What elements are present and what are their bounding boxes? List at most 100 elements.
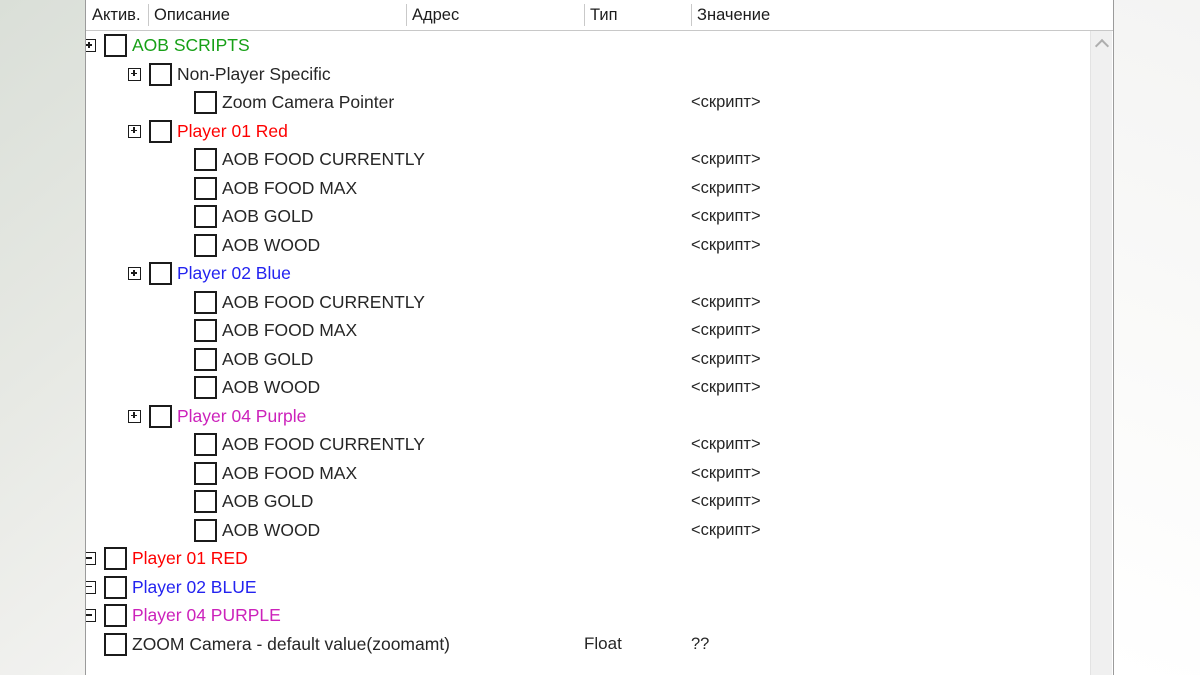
activate-checkbox[interactable] xyxy=(149,262,172,285)
tree-row[interactable]: AOB FOOD MAX <скрипт> xyxy=(86,174,1090,203)
collapse-icon[interactable] xyxy=(86,609,96,622)
activate-checkbox[interactable] xyxy=(194,233,217,257)
tree-row[interactable]: AOB GOLD <скрипт> xyxy=(86,487,1090,516)
entry-description[interactable]: Player 04 PURPLE xyxy=(132,601,281,630)
column-header-value[interactable]: Значение xyxy=(691,0,991,30)
entry-description[interactable]: AOB WOOD xyxy=(222,516,320,545)
entry-value[interactable]: <скрипт> xyxy=(691,288,761,317)
tree-row[interactable]: Zoom Camera Pointer <скрипт> xyxy=(86,88,1090,117)
column-separator[interactable] xyxy=(406,4,407,26)
entry-description[interactable]: AOB GOLD xyxy=(222,345,313,374)
activate-checkbox[interactable] xyxy=(149,404,172,428)
expand-icon[interactable] xyxy=(86,39,96,52)
cheat-entry-tree[interactable]: AOB SCRIPTS Non-Player Specific Zoom Camer… xyxy=(86,31,1090,675)
entry-value[interactable]: <скрипт> xyxy=(691,174,761,203)
activate-checkbox[interactable] xyxy=(194,319,217,342)
tree-row[interactable]: ZOOM Camera - default value(zoomamt) Floa… xyxy=(86,630,1090,659)
activate-checkbox[interactable] xyxy=(104,604,127,627)
tree-row[interactable]: Player 04 PURPLE xyxy=(86,601,1090,630)
tree-row[interactable]: Player 02 BLUE xyxy=(86,573,1090,602)
column-separator[interactable] xyxy=(148,4,149,26)
tree-row[interactable]: AOB GOLD <скрипт> xyxy=(86,345,1090,374)
tree-row[interactable]: AOB FOOD CURRENTLY <скрипт> xyxy=(86,288,1090,317)
expand-icon[interactable] xyxy=(128,124,141,138)
scroll-up-button[interactable] xyxy=(1091,31,1112,53)
tree-row[interactable]: AOB FOOD MAX <скрипт> xyxy=(86,459,1090,488)
tree-row[interactable]: Non-Player Specific xyxy=(86,60,1090,89)
activate-checkbox[interactable] xyxy=(149,119,172,143)
entry-description[interactable]: AOB WOOD xyxy=(222,231,320,260)
tree-row[interactable]: Player 01 RED xyxy=(86,544,1090,573)
entry-description[interactable]: AOB FOOD CURRENTLY xyxy=(222,430,425,459)
column-header-description[interactable]: Описание xyxy=(148,0,406,30)
expand-icon[interactable] xyxy=(128,267,141,280)
activate-checkbox[interactable] xyxy=(194,433,217,456)
entry-description[interactable]: Player 02 BLUE xyxy=(132,573,257,602)
activate-checkbox[interactable] xyxy=(194,91,217,114)
tree-row[interactable]: AOB FOOD CURRENTLY <скрипт> xyxy=(86,430,1090,459)
expand-icon[interactable] xyxy=(128,67,141,81)
activate-checkbox[interactable] xyxy=(104,34,127,57)
activate-checkbox[interactable] xyxy=(194,176,217,200)
tree-row[interactable]: AOB WOOD <скрипт> xyxy=(86,516,1090,545)
tree-row[interactable]: AOB SCRIPTS xyxy=(86,31,1090,60)
entry-description[interactable]: AOB GOLD xyxy=(222,487,313,516)
activate-checkbox[interactable] xyxy=(104,575,127,599)
tree-row[interactable]: AOB FOOD MAX <скрипт> xyxy=(86,316,1090,345)
activate-checkbox[interactable] xyxy=(149,62,172,86)
expand-icon[interactable] xyxy=(128,409,141,423)
column-separator[interactable] xyxy=(584,4,585,26)
entry-description[interactable]: AOB WOOD xyxy=(222,373,320,402)
activate-checkbox[interactable] xyxy=(194,490,217,513)
entry-description[interactable]: Player 04 Purple xyxy=(177,402,306,431)
entry-description[interactable]: Non-Player Specific xyxy=(177,60,331,89)
activate-checkbox[interactable] xyxy=(194,461,217,485)
entry-value[interactable]: <скрипт> xyxy=(691,430,761,459)
entry-description[interactable]: AOB FOOD CURRENTLY xyxy=(222,288,425,317)
entry-value[interactable]: <скрипт> xyxy=(691,316,761,345)
collapse-icon[interactable] xyxy=(86,552,96,565)
collapse-icon[interactable] xyxy=(86,580,96,594)
entry-description[interactable]: Player 01 Red xyxy=(177,117,288,146)
entry-description[interactable]: AOB FOOD MAX xyxy=(222,316,357,345)
activate-checkbox[interactable] xyxy=(194,376,217,399)
entry-value[interactable]: <скрипт> xyxy=(691,373,761,402)
entry-value[interactable]: <скрипт> xyxy=(691,202,761,231)
activate-checkbox[interactable] xyxy=(194,518,217,542)
tree-row[interactable]: AOB FOOD CURRENTLY <скрипт> xyxy=(86,145,1090,174)
column-header-address[interactable]: Адрес xyxy=(406,0,584,30)
entry-description[interactable]: Zoom Camera Pointer xyxy=(222,88,394,117)
tree-row[interactable]: Player 01 Red xyxy=(86,117,1090,146)
vertical-scrollbar[interactable] xyxy=(1090,31,1112,675)
entry-value[interactable]: <скрипт> xyxy=(691,487,761,516)
tree-row[interactable]: AOB WOOD <скрипт> xyxy=(86,231,1090,260)
entry-description[interactable]: AOB FOOD CURRENTLY xyxy=(222,145,425,174)
entry-description[interactable]: ZOOM Camera - default value(zoomamt) xyxy=(132,630,450,659)
activate-checkbox[interactable] xyxy=(104,632,127,656)
entry-value[interactable]: <скрипт> xyxy=(691,88,761,117)
activate-checkbox[interactable] xyxy=(104,547,127,570)
column-header-active[interactable]: Актив. xyxy=(86,0,148,30)
entry-value[interactable]: <скрипт> xyxy=(691,231,761,260)
column-header-type[interactable]: Тип xyxy=(584,0,691,30)
column-separator[interactable] xyxy=(691,4,692,26)
entry-description[interactable]: AOB FOOD MAX xyxy=(222,459,357,488)
entry-value[interactable]: <скрипт> xyxy=(691,345,761,374)
activate-checkbox[interactable] xyxy=(194,347,217,371)
tree-row[interactable]: Player 04 Purple xyxy=(86,402,1090,431)
tree-row[interactable]: Player 02 Blue xyxy=(86,259,1090,288)
tree-row[interactable]: AOB GOLD <скрипт> xyxy=(86,202,1090,231)
entry-description[interactable]: AOB GOLD xyxy=(222,202,313,231)
entry-description[interactable]: AOB SCRIPTS xyxy=(132,31,250,60)
entry-value[interactable]: <скрипт> xyxy=(691,459,761,488)
entry-value[interactable]: <скрипт> xyxy=(691,516,761,545)
activate-checkbox[interactable] xyxy=(194,290,217,314)
entry-description[interactable]: Player 02 Blue xyxy=(177,259,291,288)
activate-checkbox[interactable] xyxy=(194,205,217,228)
entry-description[interactable]: Player 01 RED xyxy=(132,544,248,573)
activate-checkbox[interactable] xyxy=(194,148,217,171)
entry-description[interactable]: AOB FOOD MAX xyxy=(222,174,357,203)
entry-value[interactable]: ?? xyxy=(691,630,709,659)
tree-row[interactable]: AOB WOOD <скрипт> xyxy=(86,373,1090,402)
entry-value[interactable]: <скрипт> xyxy=(691,145,761,174)
